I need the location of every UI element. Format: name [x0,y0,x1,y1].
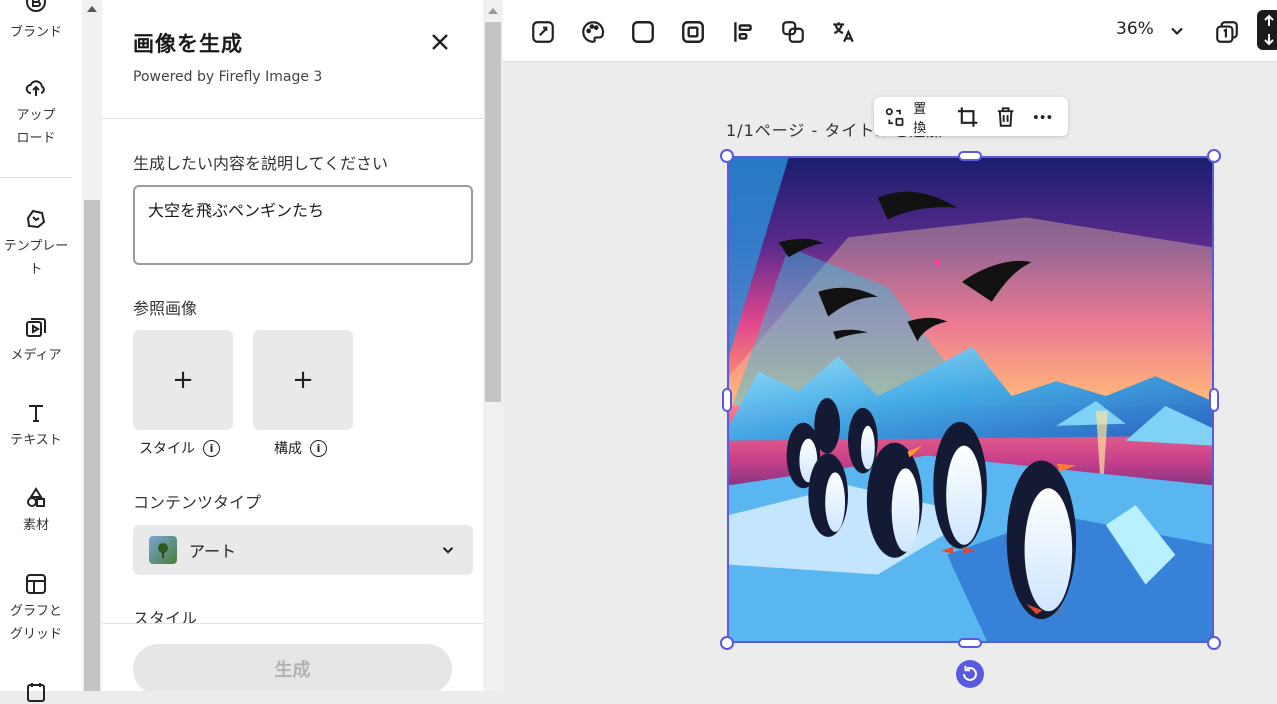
panel-footer: 生成 [102,623,483,691]
grid-icon [26,574,46,594]
border-icon[interactable] [680,19,706,45]
composition-caption-text: 構成 [274,441,302,457]
resize-handle-top-left[interactable] [720,149,734,163]
replace-label: 置換 [913,101,927,136]
content-type-label: コンテンツタイプ [133,493,262,512]
generated-penguin-image[interactable] [729,158,1212,641]
rail-item-more[interactable] [0,680,72,704]
rail-label-brand: ブランド [9,25,62,40]
chevron-down-icon [442,547,454,554]
style-reference-tile[interactable]: + [133,330,233,430]
rail-item-upload[interactable]: アップ ロード [0,76,72,150]
palette-icon[interactable] [580,19,606,45]
crop-icon[interactable] [956,105,979,129]
rail-label-text: テキスト [10,433,62,448]
resize-handle-bottom-right[interactable] [1207,636,1221,650]
art-thumbnail-icon [149,536,177,564]
panel-scroll-up-arrow-icon[interactable] [488,8,498,14]
rail-scrollbar[interactable] [82,0,102,691]
chevron-down-icon[interactable] [1167,21,1187,41]
prompt-input[interactable]: 大空を飛ぶペンギンたち [133,185,473,265]
rotate-icon [963,665,977,681]
composition-reference-caption: 構成 i [274,438,327,458]
composition-reference-tile[interactable]: + [253,330,353,430]
style-reference-caption: スタイル i [139,438,220,458]
info-icon[interactable]: i [203,439,220,457]
upload-cloud-icon [25,80,45,96]
rail-label-upload: アップ ロード [16,108,56,146]
resize-handle-bottom-left[interactable] [720,636,734,650]
translate-icon[interactable] [830,19,856,45]
replace-button[interactable]: 置換 [884,98,938,136]
elements-icon [27,487,45,507]
resize-handle-left[interactable] [722,388,732,412]
rail-label-elements: 素材 [22,518,49,533]
reference-label: 参照画像 [133,299,198,318]
replace-icon [885,107,904,126]
resize-handle-top[interactable] [958,151,982,161]
rail-label-media: メディア [10,348,62,363]
rail-item-elements[interactable]: 素材 [0,486,72,537]
rail-scroll-up-arrow-icon[interactable] [87,6,97,12]
generate-button[interactable]: 生成 [133,644,452,691]
panel-scrollbar[interactable] [483,0,503,691]
info-icon[interactable]: i [310,439,327,457]
panel-title: 画像を生成 [133,32,243,56]
rail-divider [0,177,72,178]
top-toolbar: 36% [503,0,1277,62]
text-icon [29,405,43,422]
template-icon [26,209,46,229]
panel-subtitle: Powered by Firefly Image 3 [133,69,323,85]
brand-icon [26,0,46,12]
canvas-area[interactable]: 1/1ページ - タイトルを追加 置換 [503,63,1277,691]
resize-handle-bottom[interactable] [958,638,982,648]
panel-scroll-thumb[interactable] [485,22,501,402]
media-icon [26,318,46,337]
rail-scroll-thumb[interactable] [84,200,100,691]
rail-label-grids: グラフと グリッド [9,604,62,642]
expand-panel-button[interactable] [1257,10,1277,50]
calendar-icon [27,683,45,702]
style-caption-text: スタイル [139,441,195,457]
resize-handle-top-right[interactable] [1207,149,1221,163]
magic-resize-icon[interactable] [530,19,556,45]
rail-item-templates[interactable]: テンプレー ト [0,207,72,281]
prompt-label: 生成したい内容を説明してください [133,154,389,173]
zoom-level[interactable]: 36% [1116,19,1154,39]
rail-item-brand[interactable]: ブランド [0,0,72,44]
rail-label-templates: テンプレー ト [3,239,69,277]
plus-icon: + [292,365,314,395]
rail-item-media[interactable]: メディア [0,316,72,367]
rotate-handle[interactable] [956,660,984,688]
rail-item-text[interactable]: テキスト [0,401,72,452]
image-context-toolbar: 置換 [874,97,1068,136]
close-icon[interactable] [428,30,452,54]
generate-image-panel: 画像を生成 Powered by Firefly Image 3 生成したい内容… [102,0,483,691]
resize-handle-right[interactable] [1209,388,1219,412]
trash-icon[interactable] [994,105,1017,129]
align-left-icon[interactable] [730,19,756,45]
shape-square-icon[interactable] [630,19,656,45]
layers-icon[interactable] [780,19,806,45]
rail-item-grids[interactable]: グラフと グリッド [0,572,72,646]
more-options-icon[interactable] [1031,105,1054,129]
expand-arrows-icon [1264,14,1274,46]
content-type-value: アート [189,542,237,561]
left-rail: ブランド アップ ロード テンプレー ト メディア テキスト 素材 グラフと グ… [0,0,82,702]
selected-image-frame[interactable] [727,156,1214,643]
plus-icon: + [172,365,194,395]
content-type-select[interactable]: アート [133,525,473,575]
pages-icon[interactable] [1214,19,1240,45]
panel-divider [102,118,483,119]
